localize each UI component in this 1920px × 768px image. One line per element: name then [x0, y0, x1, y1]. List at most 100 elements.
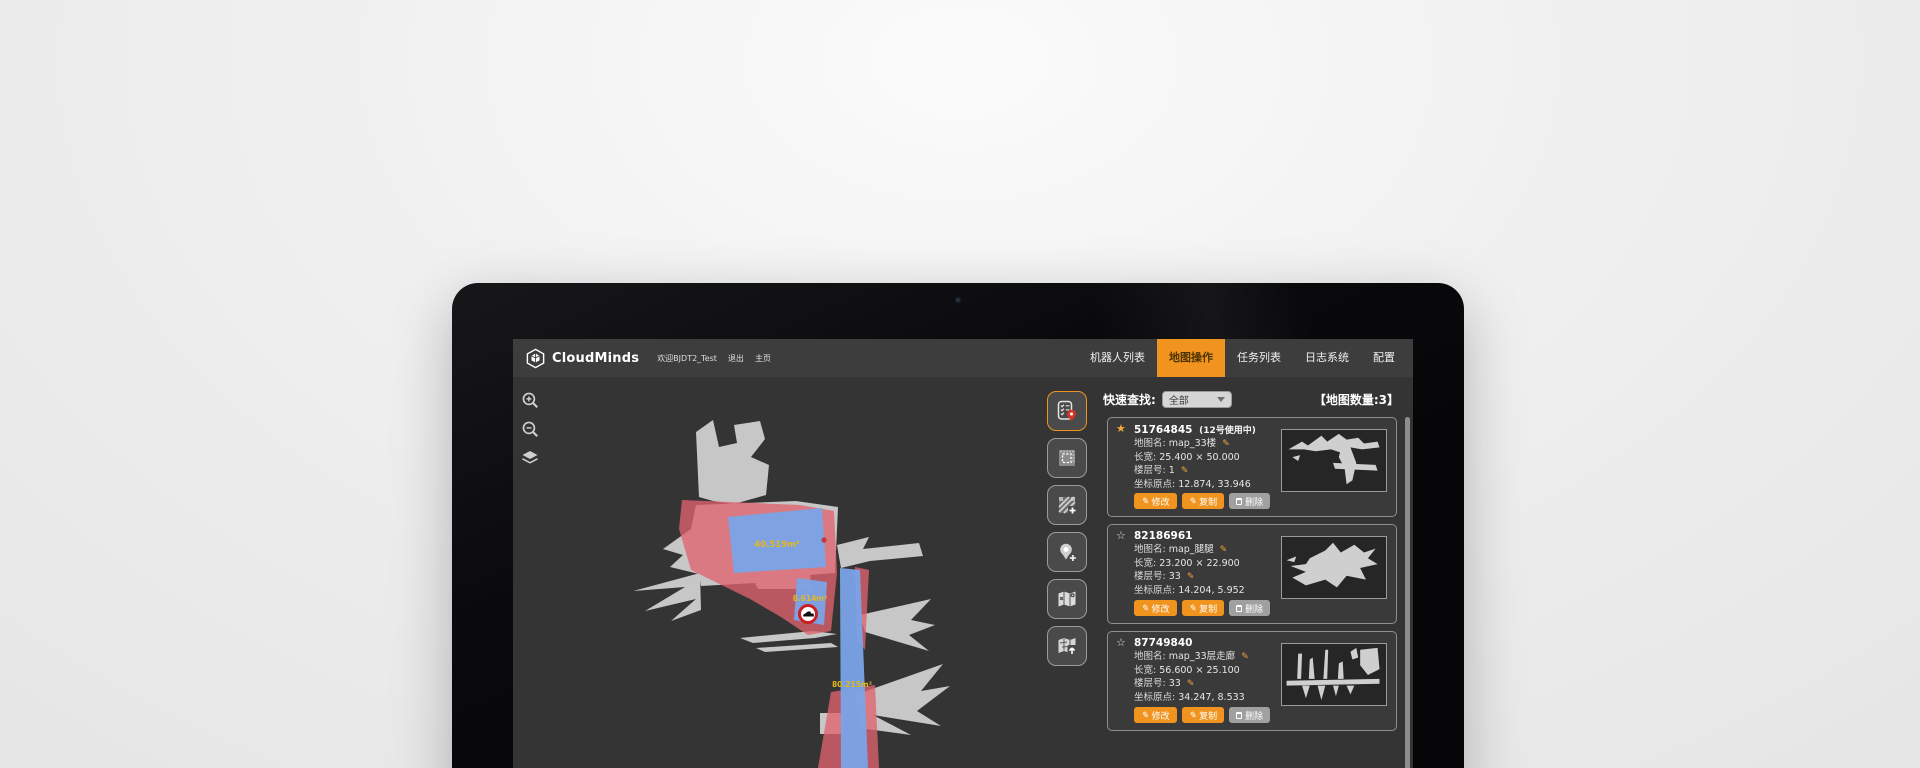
edit-pencil-icon[interactable]: ✎	[1222, 439, 1230, 449]
favorite-star-icon[interactable]: ★	[1116, 422, 1126, 435]
layers-button[interactable]	[519, 447, 541, 469]
zoom-in-icon	[521, 391, 540, 410]
in-use-badge: (12号使用中)	[1199, 426, 1256, 436]
trash-icon	[1236, 498, 1242, 505]
origin-label: 坐标原点:	[1134, 692, 1175, 703]
size-value: 23.200 × 22.900	[1159, 558, 1239, 569]
small-red-marker[interactable]	[821, 537, 826, 542]
map-name-value: map_33层走廊	[1169, 651, 1235, 662]
origin-value: 14.204, 5.952	[1178, 585, 1244, 596]
add-point-button[interactable]	[1047, 532, 1087, 572]
map-id: 51764845	[1134, 424, 1192, 436]
edit-pencil-icon[interactable]: ✎	[1181, 466, 1189, 476]
logout-link[interactable]: 退出	[728, 353, 744, 364]
copy-button[interactable]: ✎ 复制	[1182, 600, 1225, 616]
modify-label: 修改	[1152, 495, 1170, 508]
map-card-51764845[interactable]: ★ 51764845 (12号使用中) 地图名: map_33楼 ✎	[1107, 417, 1397, 517]
home-link[interactable]: 主页	[755, 353, 771, 364]
upload-map-icon	[1055, 634, 1079, 658]
map-name-value: map_33楼	[1169, 438, 1216, 449]
tab-log-system[interactable]: 日志系统	[1293, 339, 1361, 377]
floor-label: 楼层号:	[1134, 465, 1166, 476]
edit-pencil-icon[interactable]: ✎	[1187, 679, 1195, 689]
measure-area-icon	[1055, 446, 1079, 470]
add-virtual-wall-icon	[1055, 493, 1079, 517]
floor-label: 楼层号:	[1134, 571, 1166, 582]
measure-area-button[interactable]	[1047, 438, 1087, 478]
modify-label: 修改	[1152, 602, 1170, 615]
zoom-out-icon	[521, 420, 540, 439]
edit-pencil-icon[interactable]: ✎	[1241, 652, 1249, 662]
map-card-87749840[interactable]: ☆ 87749840 地图名: map_33层走廊 ✎	[1107, 631, 1397, 731]
map-thumbnail[interactable]	[1281, 536, 1387, 599]
panel-scrollbar[interactable]	[1405, 417, 1410, 768]
origin-label: 坐标原点:	[1134, 585, 1175, 596]
map-id: 87749840	[1134, 637, 1192, 649]
tab-configuration[interactable]: 配置	[1361, 339, 1407, 377]
edit-pencil-icon: ✎	[1189, 496, 1197, 507]
map-thumbnail[interactable]	[1281, 643, 1387, 706]
top-nav: CloudMinds 欢迎BJDT2_Test 退出 主页 机器人列表 地图操作…	[513, 339, 1413, 377]
favorite-star-icon[interactable]: ☆	[1116, 529, 1126, 542]
upload-map-button[interactable]	[1047, 626, 1087, 666]
delete-label: 删除	[1245, 709, 1263, 722]
map-thumbnail-image	[1282, 430, 1386, 491]
delete-button[interactable]: 删除	[1229, 600, 1270, 616]
area-label-large: 40.519m²	[754, 540, 800, 550]
map-marker-button[interactable]	[1047, 579, 1087, 619]
tab-map-operations[interactable]: 地图操作	[1157, 339, 1225, 377]
zoom-out-button[interactable]	[519, 418, 541, 440]
layers-icon	[520, 448, 540, 468]
copy-label: 复制	[1199, 495, 1217, 508]
edit-pencil-icon[interactable]: ✎	[1187, 572, 1195, 582]
map-name-label: 地图名:	[1134, 651, 1166, 662]
zoom-in-button[interactable]	[519, 389, 541, 411]
filter-selected-value: 全部	[1169, 392, 1217, 407]
edit-pencil-icon: ✎	[1189, 710, 1197, 721]
modify-button[interactable]: ✎ 修改	[1134, 493, 1177, 509]
card-actions: ✎ 修改 ✎ 复制 删除	[1134, 493, 1270, 509]
copy-button[interactable]: ✎ 复制	[1182, 493, 1225, 509]
size-value: 56.600 × 25.100	[1159, 665, 1239, 676]
welcome-text: 欢迎BJDT2_Test	[657, 353, 717, 364]
map-zoom-controls	[519, 389, 541, 469]
map-thumbnail-image	[1282, 644, 1386, 705]
edit-pencil-icon: ✎	[1141, 496, 1149, 507]
modify-label: 修改	[1152, 709, 1170, 722]
tab-robot-list[interactable]: 机器人列表	[1078, 339, 1157, 377]
modify-button[interactable]: ✎ 修改	[1134, 707, 1177, 723]
delete-button[interactable]: 删除	[1229, 493, 1270, 509]
delete-button[interactable]: 删除	[1229, 707, 1270, 723]
tab-task-list[interactable]: 任务列表	[1225, 339, 1293, 377]
map-thumbnail-image	[1282, 537, 1386, 598]
map-thumbnail[interactable]	[1281, 429, 1387, 492]
area-label-small: 8.614m²	[793, 594, 828, 603]
map-name-label: 地图名:	[1134, 544, 1166, 555]
floor-value: 33	[1169, 678, 1181, 689]
modify-button[interactable]: ✎ 修改	[1134, 600, 1177, 616]
map-canvas[interactable]: 40.519m² 8.614m² 80.215m²	[513, 377, 1095, 768]
content-area: 40.519m² 8.614m² 80.215m²	[513, 377, 1413, 768]
map-filter-select[interactable]: 全部	[1162, 391, 1232, 408]
origin-label: 坐标原点:	[1134, 479, 1175, 490]
webcam-dot	[956, 298, 960, 302]
add-virtual-wall-button[interactable]	[1047, 485, 1087, 525]
no-entry-badge[interactable]	[800, 606, 817, 623]
copy-button[interactable]: ✎ 复制	[1182, 707, 1225, 723]
delete-label: 删除	[1245, 602, 1263, 615]
patrol-route-pin-icon	[1055, 399, 1079, 423]
area-label-corridor: 80.215m²	[832, 680, 872, 689]
edit-pencil-icon[interactable]: ✎	[1220, 545, 1228, 555]
card-actions: ✎ 修改 ✎ 复制 删除	[1134, 707, 1270, 723]
patrol-route-pin-button[interactable]	[1047, 391, 1087, 431]
map-toolbar	[1047, 391, 1091, 666]
add-point-icon	[1055, 540, 1079, 564]
map-area: 40.519m² 8.614m² 80.215m²	[513, 377, 1095, 768]
map-name-label: 地图名:	[1134, 438, 1166, 449]
floor-value: 1	[1169, 465, 1175, 476]
map-card-82186961[interactable]: ☆ 82186961 地图名: map_腿腿 ✎	[1107, 524, 1397, 624]
floor-label: 楼层号:	[1134, 678, 1166, 689]
map-card-list: ★ 51764845 (12号使用中) 地图名: map_33楼 ✎	[1107, 417, 1397, 731]
panel-header: 快速查找: 全部 【地图数量:3】	[1103, 389, 1399, 409]
favorite-star-icon[interactable]: ☆	[1116, 636, 1126, 649]
